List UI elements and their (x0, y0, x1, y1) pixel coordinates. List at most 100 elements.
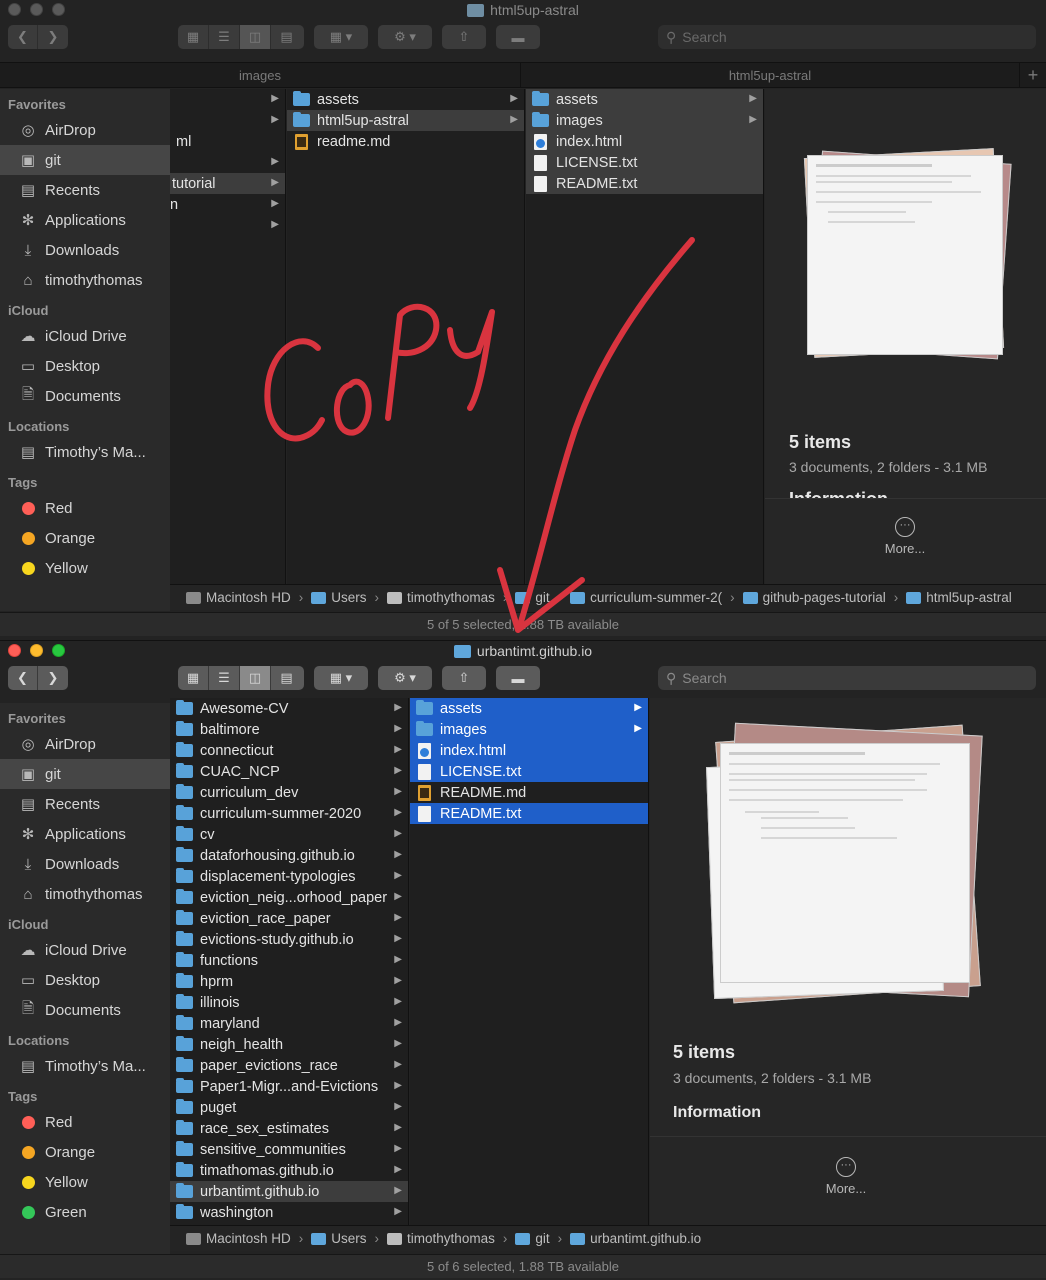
column-row-readme-txt[interactable]: README.txt (526, 173, 763, 194)
folder-row[interactable]: eviction_race_paper ▶ (170, 908, 408, 929)
icon-view-button[interactable]: ▦ (178, 25, 209, 49)
folder-row[interactable]: CUAC_NCP ▶ (170, 761, 408, 782)
sidebar-item-computer[interactable]: ▤ Timothy’s Ma... (0, 1051, 170, 1081)
sidebar-tag-orange[interactable]: Orange (0, 1137, 170, 1167)
sidebar-item-applications[interactable]: ✻ Applications (0, 819, 170, 849)
share-button[interactable]: ⇧ (442, 666, 486, 690)
path-item[interactable]: curriculum-summer-2( (590, 590, 722, 605)
folder-row[interactable]: dataforhousing.github.io ▶ (170, 845, 408, 866)
forward-button[interactable]: ❯ (38, 25, 68, 49)
more-button[interactable]: ··· More... (865, 517, 945, 556)
folder-row[interactable]: race_sex_estimates ▶ (170, 1118, 408, 1139)
sidebar-tag-red[interactable]: Red (0, 493, 170, 523)
folder-row[interactable]: curriculum-summer-2020 ▶ (170, 803, 408, 824)
search-field[interactable]: ⚲ Search (658, 25, 1036, 49)
column-row[interactable]: ▶ (170, 110, 285, 131)
sidebar-item-downloads[interactable]: ⤓ Downloads (0, 235, 170, 265)
sidebar-item-home[interactable]: ⌂ timothythomas (0, 879, 170, 909)
sidebar-item-icloud-drive[interactable]: ☁ iCloud Drive (0, 935, 170, 965)
tags-button[interactable]: ▬ (496, 666, 540, 690)
forward-button[interactable]: ❯ (38, 666, 68, 690)
path-item[interactable]: html5up-astral (926, 590, 1012, 605)
sidebar-item-documents[interactable]: 🗎 Documents (0, 995, 170, 1025)
tab-images[interactable]: images (0, 63, 521, 87)
column-row[interactable]: ▶ (170, 215, 285, 236)
file-row[interactable]: README.md (410, 782, 648, 803)
sidebar-tag-yellow[interactable]: Yellow (0, 1167, 170, 1197)
list-view-button[interactable]: ☰ (209, 666, 240, 690)
gallery-view-button[interactable]: ▤ (271, 666, 302, 690)
folder-row[interactable]: washington ▶ (170, 1202, 408, 1223)
folder-row[interactable]: baltimore ▶ (170, 719, 408, 740)
group-button[interactable]: ▦ ▾ (314, 25, 368, 49)
column-row-assets[interactable]: assets ▶ (287, 89, 524, 110)
column-row[interactable]: n ▶ (170, 194, 285, 215)
sidebar-tag-red[interactable]: Red (0, 1107, 170, 1137)
column-row-readme[interactable]: readme.md (287, 131, 524, 152)
action-button[interactable]: ⚙ ▾ (378, 666, 432, 690)
folder-row[interactable]: hprm ▶ (170, 971, 408, 992)
sidebar-item-home[interactable]: ⌂ timothythomas (0, 265, 170, 295)
sidebar-item-desktop[interactable]: ▭ Desktop (0, 351, 170, 381)
sidebar-item-icloud-drive[interactable]: ☁ iCloud Drive (0, 321, 170, 351)
sidebar-item-documents[interactable]: 🗎 Documents (0, 381, 170, 411)
path-item[interactable]: Users (331, 1231, 366, 1246)
column-view-button[interactable]: ◫ (240, 666, 271, 690)
column-row[interactable]: ▶ (170, 89, 285, 110)
action-button[interactable]: ⚙ ▾ (378, 25, 432, 49)
folder-row[interactable]: neigh_health ▶ (170, 1034, 408, 1055)
folder-row[interactable]: Awesome-CV ▶ (170, 698, 408, 719)
group-button[interactable]: ▦ ▾ (314, 666, 368, 690)
sidebar-item-recents[interactable]: ▤ Recents (0, 175, 170, 205)
column-row-html5up-astral[interactable]: html5up-astral ▶ (287, 110, 524, 131)
folder-row[interactable]: urbantimt.github.io ▶ (170, 1181, 408, 1202)
search-field[interactable]: ⚲ Search (658, 666, 1036, 690)
sidebar-item-downloads[interactable]: ⤓ Downloads (0, 849, 170, 879)
new-tab-button[interactable]: + (1020, 63, 1046, 87)
file-row[interactable]: LICENSE.txt (410, 761, 648, 782)
column-row-images[interactable]: images ▶ (526, 110, 763, 131)
folder-row[interactable]: connecticut ▶ (170, 740, 408, 761)
folder-row[interactable]: evictions-study.github.io ▶ (170, 929, 408, 950)
gallery-view-button[interactable]: ▤ (271, 25, 302, 49)
tags-button[interactable]: ▬ (496, 25, 540, 49)
sidebar-tag-green[interactable]: Green (0, 1197, 170, 1227)
folder-row[interactable]: eviction_neig...orhood_paper ▶ (170, 887, 408, 908)
sidebar-tag-orange[interactable]: Orange (0, 523, 170, 553)
folder-row[interactable]: displacement-typologies ▶ (170, 866, 408, 887)
more-button[interactable]: ··· More... (806, 1157, 886, 1196)
file-row[interactable]: assets ▶ (410, 698, 648, 719)
path-item[interactable]: git (535, 1231, 549, 1246)
path-item[interactable]: timothythomas (407, 1231, 495, 1246)
sidebar-item-git[interactable]: ▣ git (0, 759, 170, 789)
sidebar-tag-yellow[interactable]: Yellow (0, 553, 170, 583)
sidebar-item-git[interactable]: ▣ git (0, 145, 170, 175)
column-view-button[interactable]: ◫ (240, 25, 271, 49)
sidebar-item-airdrop[interactable]: ◎ AirDrop (0, 729, 170, 759)
folder-row[interactable]: functions ▶ (170, 950, 408, 971)
column-row-index-html[interactable]: index.html (526, 131, 763, 152)
back-button[interactable]: ❮ (8, 25, 39, 49)
folder-row[interactable]: curriculum_dev ▶ (170, 782, 408, 803)
sidebar-item-airdrop[interactable]: ◎ AirDrop (0, 115, 170, 145)
folder-row[interactable]: puget ▶ (170, 1097, 408, 1118)
folder-row[interactable]: Paper1-Migr...and-Evictions ▶ (170, 1076, 408, 1097)
file-row[interactable]: images ▶ (410, 719, 648, 740)
sidebar-item-applications[interactable]: ✻ Applications (0, 205, 170, 235)
path-item[interactable]: timothythomas (407, 590, 495, 605)
folder-row[interactable]: maryland ▶ (170, 1013, 408, 1034)
icon-view-button[interactable]: ▦ (178, 666, 209, 690)
folder-row[interactable]: sensitive_communities ▶ (170, 1139, 408, 1160)
back-button[interactable]: ❮ (8, 666, 39, 690)
folder-row[interactable]: cv ▶ (170, 824, 408, 845)
path-item[interactable]: Macintosh HD (206, 1231, 291, 1246)
folder-row[interactable]: paper_evictions_race ▶ (170, 1055, 408, 1076)
column-row-assets[interactable]: assets ▶ (526, 89, 763, 110)
file-row[interactable]: README.txt (410, 803, 648, 824)
list-view-button[interactable]: ☰ (209, 25, 240, 49)
tab-html5up-astral[interactable]: html5up-astral (521, 63, 1020, 87)
sidebar-item-desktop[interactable]: ▭ Desktop (0, 965, 170, 995)
path-item[interactable]: github-pages-tutorial (763, 590, 886, 605)
column-row-selected[interactable]: tutorial ▶ (170, 173, 285, 194)
column-row-license[interactable]: LICENSE.txt (526, 152, 763, 173)
